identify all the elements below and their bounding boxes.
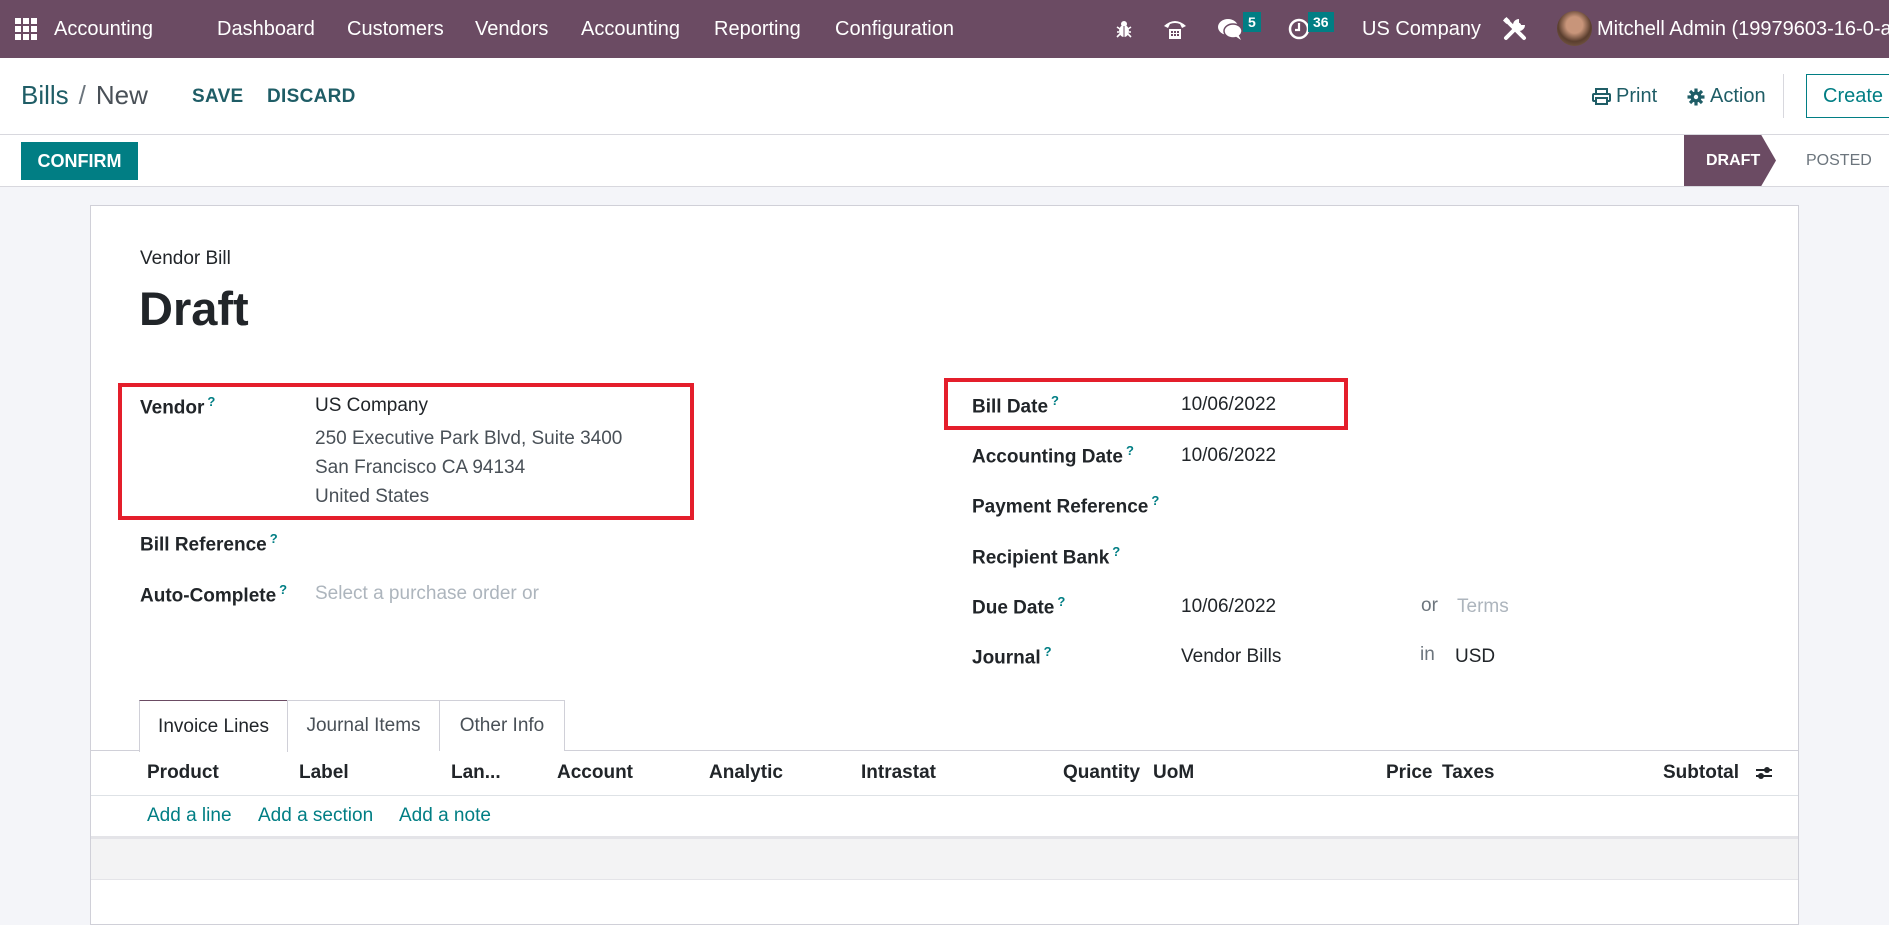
activities-count-badge: 36 <box>1308 12 1334 32</box>
bill-date-label: Bill Date? <box>972 393 1059 418</box>
column-uom[interactable]: UoM <box>1153 762 1194 784</box>
column-product[interactable]: Product <box>147 762 219 784</box>
phone-icon[interactable] <box>1162 0 1188 58</box>
optional-columns-toggle-icon[interactable] <box>1755 764 1773 787</box>
recipient-bank-label: Recipient Bank? <box>972 544 1121 569</box>
column-price[interactable]: Price <box>1386 762 1432 784</box>
gear-icon <box>1687 88 1705 105</box>
add-line-link[interactable]: Add a line <box>147 805 232 827</box>
column-account[interactable]: Account <box>557 762 633 784</box>
user-avatar[interactable] <box>1557 11 1592 46</box>
payment-terms-input[interactable]: Terms <box>1457 596 1509 618</box>
column-quantity[interactable]: Quantity <box>1063 762 1140 784</box>
menu-vendors[interactable]: Vendors <box>475 0 548 58</box>
debug-bug-icon[interactable] <box>1114 0 1134 58</box>
control-panel: Bills / New SAVE DISCARD Print Action Crea… <box>0 58 1889 135</box>
status-bar: CONFIRM DRAFT POSTED <box>0 135 1889 187</box>
journal-select[interactable]: Vendor Bills <box>1181 646 1281 668</box>
stage-posted[interactable]: POSTED <box>1806 135 1872 186</box>
currency-select[interactable]: USD <box>1455 646 1495 668</box>
menu-dashboard[interactable]: Dashboard <box>217 0 315 58</box>
help-icon[interactable]: ? <box>1151 493 1159 508</box>
auto-complete-input[interactable]: Select a purchase order or <box>315 583 541 605</box>
save-button[interactable]: SAVE <box>192 86 244 108</box>
column-label[interactable]: Label <box>299 762 349 784</box>
bill-date-input[interactable]: 10/06/2022 <box>1181 394 1276 416</box>
document-title: Draft <box>139 282 249 335</box>
settings-tools-icon[interactable] <box>1501 0 1529 58</box>
stage-draft[interactable]: DRAFT <box>1684 135 1776 186</box>
create-button[interactable]: Create <box>1806 74 1889 118</box>
confirm-button[interactable]: CONFIRM <box>21 142 138 180</box>
add-note-link[interactable]: Add a note <box>399 805 491 827</box>
payment-reference-input[interactable] <box>1181 493 1481 519</box>
in-label: in <box>1420 644 1435 665</box>
bill-reference-label: Bill Reference? <box>140 531 278 556</box>
accounting-date-label: Accounting Date? <box>972 443 1134 468</box>
vendor-label: Vendor? <box>140 394 216 419</box>
or-label: or <box>1421 595 1438 616</box>
menu-accounting[interactable]: Accounting <box>581 0 680 58</box>
action-button[interactable]: Action <box>1687 85 1766 108</box>
document-type-label: Vendor Bill <box>140 248 231 269</box>
due-date-input[interactable]: 10/06/2022 <box>1181 596 1276 618</box>
menu-customers[interactable]: Customers <box>347 0 444 58</box>
messages-count-badge: 5 <box>1243 12 1261 32</box>
company-switcher[interactable]: US Company <box>1362 0 1481 58</box>
accounting-date-input[interactable]: 10/06/2022 <box>1181 445 1276 467</box>
breadcrumb: Bills / New <box>21 80 148 111</box>
help-icon[interactable]: ? <box>1051 393 1059 408</box>
messages-icon[interactable] <box>1217 0 1245 58</box>
menu-configuration[interactable]: Configuration <box>835 0 954 58</box>
invoice-lines-header: Product Label Lan... Account Analytic In… <box>91 751 1798 796</box>
vendor-address-line-2: San Francisco CA 94134 <box>315 457 526 478</box>
help-icon[interactable]: ? <box>279 582 287 597</box>
tab-journal-items[interactable]: Journal Items <box>287 700 440 751</box>
action-label: Action <box>1710 85 1766 107</box>
payment-reference-label: Payment Reference? <box>972 493 1160 518</box>
top-navbar: Accounting Dashboard Customers Vendors A… <box>0 0 1889 58</box>
column-subtotal[interactable]: Subtotal <box>1663 762 1739 784</box>
breadcrumb-bills-link[interactable]: Bills <box>21 80 69 110</box>
app-name[interactable]: Accounting <box>54 0 153 58</box>
due-date-label: Due Date? <box>972 594 1066 619</box>
vendor-field[interactable]: US Company <box>315 395 428 417</box>
column-analytic[interactable]: Analytic <box>709 762 783 784</box>
vendor-address-line-1: 250 Executive Park Blvd, Suite 3400 <box>315 428 623 449</box>
add-section-link[interactable]: Add a section <box>258 805 373 827</box>
tab-invoice-lines[interactable]: Invoice Lines <box>139 700 288 752</box>
help-icon[interactable]: ? <box>270 531 278 546</box>
breadcrumb-current: New <box>95 80 148 110</box>
form-sheet: Vendor Bill Draft Vendor? US Company 250… <box>90 205 1799 925</box>
help-icon[interactable]: ? <box>1057 594 1065 609</box>
invoice-lines-add-row: Add a line Add a section Add a note <box>91 796 1798 839</box>
toolbar-divider <box>1783 74 1784 118</box>
help-icon[interactable]: ? <box>1044 644 1052 659</box>
menu-reporting[interactable]: Reporting <box>714 0 801 58</box>
recipient-bank-input[interactable] <box>1181 544 1481 570</box>
help-icon[interactable]: ? <box>1112 544 1120 559</box>
print-button[interactable]: Print <box>1592 85 1657 108</box>
column-taxes[interactable]: Taxes <box>1442 762 1494 784</box>
user-menu[interactable]: Mitchell Admin (19979603-16-0-a <box>1597 0 1889 58</box>
notebook-tabs: Invoice Lines Journal Items Other Info <box>91 700 1798 752</box>
invoice-lines-footer-row <box>91 839 1798 880</box>
breadcrumb-separator: / <box>78 80 86 110</box>
tab-other-info[interactable]: Other Info <box>439 700 565 751</box>
column-intrastat[interactable]: Intrastat <box>861 762 936 784</box>
journal-label: Journal? <box>972 644 1052 669</box>
activities-clock-icon[interactable] <box>1288 0 1310 58</box>
vendor-address-line-3: United States <box>315 486 430 507</box>
help-icon[interactable]: ? <box>1126 443 1134 458</box>
column-language[interactable]: Lan... <box>451 762 501 784</box>
discard-button[interactable]: DISCARD <box>267 86 356 108</box>
print-label: Print <box>1616 85 1658 107</box>
help-icon[interactable]: ? <box>207 394 215 409</box>
auto-complete-label: Auto-Complete? <box>140 582 288 607</box>
print-icon <box>1592 88 1611 105</box>
bill-reference-input[interactable] <box>315 531 625 557</box>
apps-menu-icon[interactable] <box>15 0 37 58</box>
